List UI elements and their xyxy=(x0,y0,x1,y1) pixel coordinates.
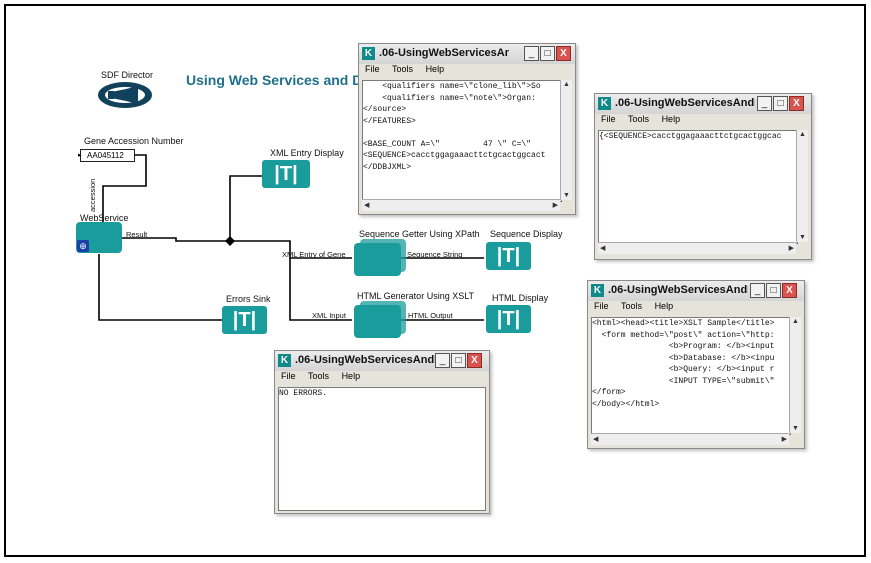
param-label: Gene Accession Number xyxy=(84,136,184,146)
window-titlebar[interactable]: K .06-UsingWebServicesAndD... _ □ X xyxy=(588,281,804,301)
port-sequence-string: Sequence String xyxy=(407,250,463,259)
errors-sink-actor[interactable]: |T| xyxy=(222,306,267,334)
close-button[interactable]: X xyxy=(789,96,804,111)
window-title: .06-UsingWebServicesAndD... xyxy=(608,284,748,296)
kepler-logo-icon: K xyxy=(598,97,611,110)
menu-tools[interactable]: Tools xyxy=(628,114,649,124)
menu-bar: File Tools Help xyxy=(588,301,804,316)
window-sequence[interactable]: K .06-UsingWebServicesAndD... _ □ X File… xyxy=(594,93,812,260)
menu-help[interactable]: Help xyxy=(426,64,445,74)
director-label: SDF Director xyxy=(101,70,154,80)
display-glyph: |T| xyxy=(496,245,521,267)
close-button[interactable]: X xyxy=(782,283,797,298)
html-gen-actor[interactable] xyxy=(354,305,401,338)
menu-file[interactable]: File xyxy=(281,371,296,381)
menu-tools[interactable]: Tools xyxy=(308,371,329,381)
errors-sink-label: Errors Sink xyxy=(226,294,271,304)
menu-file[interactable]: File xyxy=(594,301,609,311)
display-glyph: |T| xyxy=(274,163,298,185)
vertical-scrollbar[interactable]: ▲ ▼ xyxy=(560,80,572,200)
menu-file[interactable]: File xyxy=(601,114,616,124)
menu-help[interactable]: Help xyxy=(655,301,674,311)
minimize-button[interactable]: _ xyxy=(757,96,772,111)
window-title: .06-UsingWebServicesAndD... xyxy=(379,47,509,59)
kepler-logo-icon: K xyxy=(362,47,375,60)
port-html-output: HTML Output xyxy=(408,311,453,320)
relation-diamond xyxy=(225,236,235,246)
seq-display-label: Sequence Display xyxy=(490,229,563,239)
display-glyph: |T| xyxy=(496,308,521,330)
globe-icon: ⊕ xyxy=(77,240,89,252)
window-errors[interactable]: K .06-UsingWebServicesAndD... _ □ X File… xyxy=(274,350,490,514)
horizontal-scrollbar[interactable]: ◀ ▶ xyxy=(362,199,560,211)
menu-tools[interactable]: Tools xyxy=(392,64,413,74)
minimize-button[interactable]: _ xyxy=(435,353,450,368)
window-titlebar[interactable]: K .06-UsingWebServicesAndD... _ □ X xyxy=(275,351,489,371)
workflow-title: Using Web Services and D xyxy=(186,72,363,88)
maximize-button[interactable]: □ xyxy=(766,283,781,298)
param-gene-accession[interactable]: AA045112 xyxy=(80,149,135,162)
text-output[interactable]: NO ERRORS. xyxy=(278,387,486,511)
param-arrow-icon: ▸ xyxy=(78,152,82,159)
window-titlebar[interactable]: K .06-UsingWebServicesAndD... _ □ X xyxy=(595,94,811,114)
display-glyph: |T| xyxy=(232,309,257,331)
minimize-button[interactable]: _ xyxy=(750,283,765,298)
maximize-button[interactable]: □ xyxy=(773,96,788,111)
menu-tools[interactable]: Tools xyxy=(621,301,642,311)
conn-errors xyxy=(98,254,222,321)
port-xml-input: XML Input xyxy=(312,311,346,320)
html-display-actor[interactable]: |T| xyxy=(486,305,531,333)
menu-bar: File Tools Help xyxy=(275,371,489,386)
text-output[interactable]: <qualifiers name=\"clone_lib\">So <quali… xyxy=(362,80,562,202)
close-button[interactable]: X xyxy=(556,46,571,61)
port-xml-entry: XML Entry of Gene xyxy=(282,250,346,259)
seq-getter-actor[interactable] xyxy=(354,243,401,276)
horizontal-scrollbar[interactable]: ◀ ▶ xyxy=(591,433,789,445)
window-title: .06-UsingWebServicesAndD... xyxy=(615,97,755,109)
window-title: .06-UsingWebServicesAndD... xyxy=(295,354,435,366)
maximize-button[interactable]: □ xyxy=(540,46,555,61)
director-icon[interactable] xyxy=(96,80,154,110)
menu-file[interactable]: File xyxy=(365,64,380,74)
seq-getter-label: Sequence Getter Using XPath xyxy=(359,229,480,239)
conn-to-xml-display xyxy=(229,175,262,241)
xml-display-label: XML Entry Display xyxy=(270,148,344,158)
kepler-logo-icon: K xyxy=(591,284,604,297)
text-output[interactable]: <html><head><title>XSLT Sample</title> <… xyxy=(591,317,791,435)
text-output[interactable]: {<SEQUENCE>cacctggagaaacttctgcactggcac xyxy=(598,130,798,244)
sequence-display-actor[interactable]: |T| xyxy=(486,242,531,270)
minimize-button[interactable]: _ xyxy=(524,46,539,61)
html-display-label: HTML Display xyxy=(492,293,549,303)
window-titlebar[interactable]: K .06-UsingWebServicesAndD... _ □ X xyxy=(359,44,575,64)
vertical-scrollbar[interactable]: ▲ ▼ xyxy=(789,317,801,433)
menu-bar: File Tools Help xyxy=(595,114,811,129)
xml-entry-display-actor[interactable]: |T| xyxy=(262,160,310,188)
menu-help[interactable]: Help xyxy=(662,114,681,124)
menu-bar: File Tools Help xyxy=(359,64,575,79)
horizontal-scrollbar[interactable]: ◀ ▶ xyxy=(598,242,796,254)
kepler-logo-icon: K xyxy=(278,354,291,367)
close-button[interactable]: X xyxy=(467,353,482,368)
html-gen-label: HTML Generator Using XSLT xyxy=(357,291,475,301)
menu-help[interactable]: Help xyxy=(342,371,361,381)
maximize-button[interactable]: □ xyxy=(451,353,466,368)
port-accession: accession xyxy=(88,178,97,212)
window-xml-entry[interactable]: K .06-UsingWebServicesAndD... _ □ X File… xyxy=(358,43,576,215)
window-html[interactable]: K .06-UsingWebServicesAndD... _ □ X File… xyxy=(587,280,805,449)
port-result: Result xyxy=(126,230,148,239)
vertical-scrollbar[interactable]: ▲ ▼ xyxy=(796,130,808,242)
